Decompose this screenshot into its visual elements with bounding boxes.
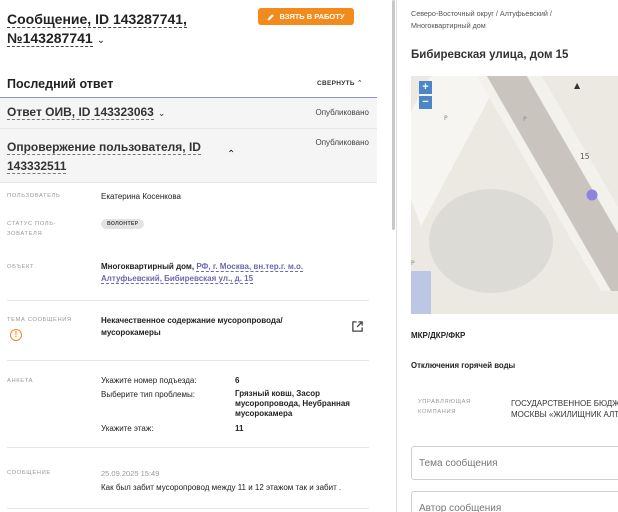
topic-value-line2: мусорокамеры: [101, 328, 161, 337]
message-title[interactable]: Сообщение, ID 143287741, №143287741 ⌄: [7, 10, 257, 50]
take-to-work-label: ВЗЯТЬ В РАБОТУ: [279, 12, 345, 21]
external-link-icon[interactable]: [351, 320, 364, 333]
object-address-link-cont[interactable]: Алтуфьевский, Бибиревская ул., д. 15: [101, 274, 254, 284]
topic-label: ТЕМА СООБЩЕНИЯ: [7, 317, 72, 323]
survey-q-problem: Выберите тип проблемы:: [101, 390, 195, 399]
last-answer-heading: Последний ответ: [7, 77, 114, 91]
address-title: Бибиревская улица, дом 15: [411, 49, 569, 61]
answer-row[interactable]: Ответ ОИВ, ID 143323063 ⌄ Опубликовано: [0, 98, 377, 128]
survey-a-problem-line2: мусоропровода, Неубранная: [235, 399, 350, 408]
zoom-in-button[interactable]: +: [419, 81, 432, 94]
divider: [7, 447, 369, 448]
management-company-label-line2: КОМПАНИЯ: [418, 409, 457, 415]
refutation-status: Опубликовано: [315, 138, 369, 147]
object-address-link[interactable]: РФ, г. Москва, вн.тер.г. м.о.: [196, 262, 304, 272]
author-input-placeholder: Автор сообщения: [419, 503, 502, 512]
survey-a-problem: Грязный ковш, Засор мусоропровода, Неубр…: [235, 389, 350, 419]
breadcrumb: Северо-Восточный округ / Алтуфьевский / …: [411, 8, 611, 32]
survey-q-floor: Укажите этаж:: [101, 424, 154, 433]
management-company-line2: МОСКВЫ «ЖИЛИЩНИК АЛТ: [511, 410, 618, 419]
topic-value-line1: Некачественное содержание мусоропровода/: [101, 316, 283, 325]
survey-q-entrance: Укажите номер подъезда:: [101, 376, 197, 385]
object-panel: Северо-Восточный округ / Алтуфьевский / …: [396, 0, 618, 512]
location-marker: [586, 189, 598, 201]
survey-a-problem-line3: мусорокамера: [235, 409, 293, 418]
status-badge: ВОЛОНТЕР: [101, 219, 145, 229]
breadcrumb-line1: Северо-Восточный округ / Алтуфьевский /: [411, 9, 552, 18]
topic-value: Некачественное содержание мусоропровода/…: [101, 315, 283, 339]
user-label: ПОЛЬЗОВАТЕЛЬ: [7, 193, 61, 199]
object-type: Многоквартирный дом,: [101, 262, 195, 271]
message-text: Как был забит мусоропровод между 11 и 12…: [101, 483, 342, 492]
refutation-title-line2: 143332511: [7, 159, 67, 174]
divider: [7, 300, 369, 301]
topic-input-placeholder: Тема сообщения: [419, 457, 498, 469]
chevron-down-icon[interactable]: ⌄: [158, 108, 166, 118]
survey-a-problem-line1: Грязный ковш, Засор: [235, 389, 320, 398]
refutation-title[interactable]: Опровержение пользователя, ID 143332511: [7, 138, 207, 176]
divider: [7, 360, 369, 361]
survey-a-floor: 11: [235, 424, 244, 433]
svg-text:P: P: [523, 116, 527, 123]
chevron-up-icon: ⌃: [356, 80, 363, 87]
zoom-out-button[interactable]: −: [419, 96, 432, 109]
user-status-label-line2: ЗОВАТЕЛЯ: [7, 231, 43, 237]
object-label: ОБЪЕКТ: [7, 264, 35, 270]
map-house-number: 15: [580, 152, 590, 161]
message-title-line1: Сообщение, ID 143287741,: [7, 11, 187, 28]
mkr-dkr-fkr-link[interactable]: МКР/ДКР/ФКР: [411, 331, 465, 340]
author-input[interactable]: Автор сообщения: [411, 491, 618, 512]
user-status-label-line1: СТАТУС ПОЛЬ-: [7, 221, 57, 227]
management-company-line1: ГОСУДАРСТВЕННОЕ БЮДЖ: [511, 399, 618, 408]
survey-a-entrance: 6: [235, 376, 240, 385]
warning-icon: !: [10, 329, 22, 341]
collapse-label: СВЕРНУТЬ: [317, 80, 355, 87]
refutation-title-line1: Опровержение пользователя, ID: [7, 140, 201, 155]
svg-text:▲: ▲: [574, 81, 581, 90]
map[interactable]: ▲ P P P 15 + −: [411, 76, 618, 314]
svg-text:P: P: [411, 260, 415, 267]
answer-title-text: Ответ ОИВ, ID 143323063: [7, 105, 154, 120]
breadcrumb-line2: Многоквартирный дом: [411, 21, 486, 30]
user-status-label: СТАТУС ПОЛЬ- ЗОВАТЕЛЯ: [7, 219, 56, 239]
svg-text:P: P: [444, 115, 448, 122]
divider: [7, 508, 369, 509]
scrollbar[interactable]: [392, 0, 395, 230]
management-company-value: ГОСУДАРСТВЕННОЕ БЮДЖ МОСКВЫ «ЖИЛИЩНИК АЛ…: [511, 398, 618, 420]
answer-title[interactable]: Ответ ОИВ, ID 143323063 ⌄: [7, 105, 166, 120]
user-value: Екатерина Косенкова: [101, 192, 181, 201]
survey-label: АНКЕТА: [7, 378, 34, 384]
message-title-line2: №143287741: [7, 30, 93, 47]
message-panel: Сообщение, ID 143287741, №143287741 ⌄ ВЗЯ…: [0, 0, 377, 512]
answer-status: Опубликовано: [315, 108, 369, 117]
refutation-block: Опровержение пользователя, ID 143332511 …: [0, 128, 377, 183]
message-label: СООБЩЕНИЕ: [7, 470, 51, 476]
topic-input[interactable]: Тема сообщения: [411, 446, 618, 480]
chevron-down-icon[interactable]: ⌄: [97, 35, 105, 46]
management-company-label: УПРАВЛЯЮЩАЯ КОМПАНИЯ: [418, 397, 471, 417]
take-to-work-button[interactable]: ВЗЯТЬ В РАБОТУ: [258, 8, 354, 25]
message-date: 25.09.2025 15:49: [101, 469, 160, 478]
hot-water-outage-link[interactable]: Отключения горячей воды: [411, 361, 515, 370]
collapse-button[interactable]: СВЕРНУТЬ ⌃: [317, 79, 363, 87]
management-company-label-line1: УПРАВЛЯЮЩАЯ: [418, 399, 471, 405]
chevron-up-icon[interactable]: ⌃: [227, 149, 235, 160]
map-canvas: ▲ P P P 15: [411, 76, 618, 314]
object-value: Многоквартирный дом, РФ, г. Москва, вн.т…: [101, 261, 304, 285]
pencil-icon: [268, 13, 275, 20]
